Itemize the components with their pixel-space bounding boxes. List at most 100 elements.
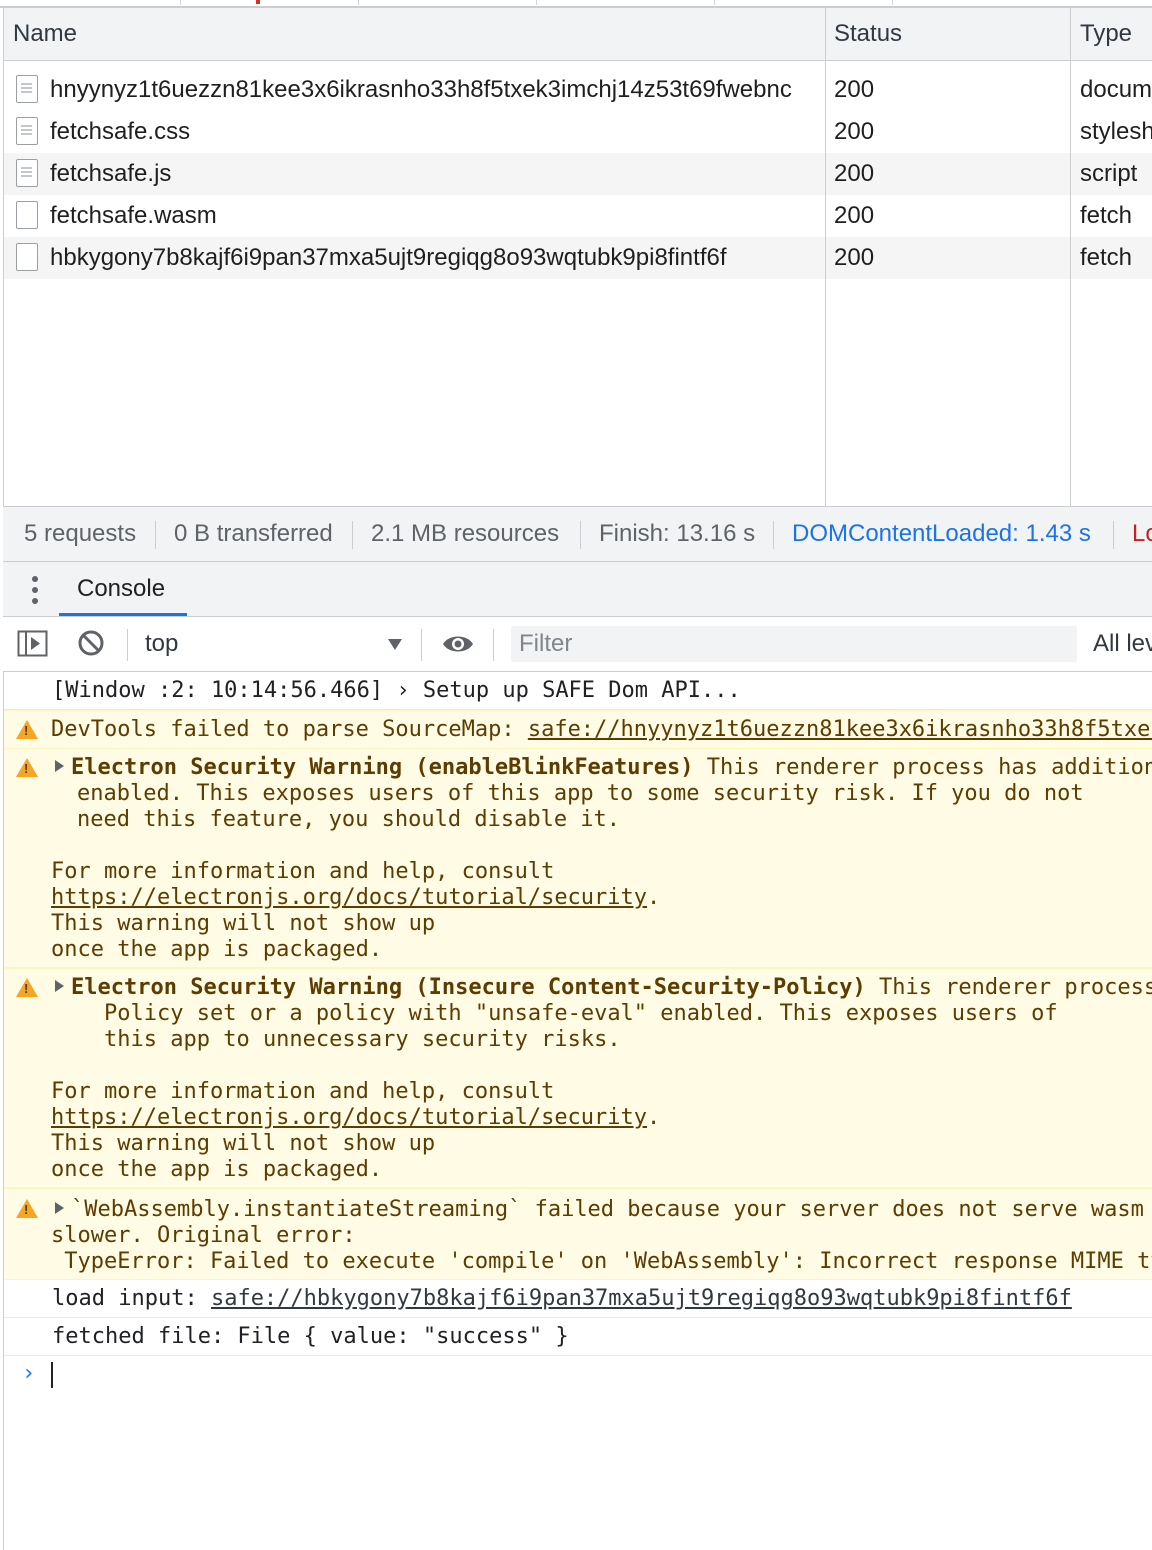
request-status: 200 bbox=[834, 160, 875, 187]
warning-text: once the app is packaged. bbox=[51, 1157, 383, 1182]
summary-load: Lo bbox=[1132, 520, 1152, 547]
console-filter-input[interactable]: Filter bbox=[511, 626, 1077, 662]
request-name[interactable]: fetchsafe.wasm bbox=[50, 195, 820, 237]
tab-divider bbox=[536, 0, 537, 5]
live-expression-eye-icon[interactable] bbox=[441, 632, 475, 656]
console-message-warning: Electron Security Warning (Insecure Cont… bbox=[4, 968, 1152, 1188]
execution-context-select[interactable]: top bbox=[145, 617, 178, 671]
summary-divider bbox=[352, 521, 353, 549]
console-message-warning: Electron Security Warning (enableBlinkFe… bbox=[4, 748, 1152, 968]
warning-text: For more information and help, consult bbox=[51, 859, 555, 884]
request-type: docum bbox=[1080, 76, 1152, 103]
warning-text: `WebAssembly.instantiateStreaming` faile… bbox=[71, 1197, 1144, 1222]
summary-finish: Finish: 13.16 s bbox=[599, 520, 756, 547]
load-input-link[interactable]: safe://hbkygony7b8kajf6i9pan37mxa5ujt9re… bbox=[211, 1286, 1072, 1311]
request-status: 200 bbox=[834, 202, 875, 229]
document-file-icon bbox=[16, 117, 38, 145]
console-input-caret[interactable] bbox=[51, 1362, 53, 1388]
request-type: script bbox=[1080, 160, 1138, 187]
summary-divider bbox=[1113, 521, 1114, 549]
network-request-table: Name Status Type hnyynyz1t6uezzn81kee3x6… bbox=[3, 8, 1152, 506]
request-name[interactable]: hbkygony7b8kajf6i9pan37mxa5ujt9regiqg8o9… bbox=[50, 237, 820, 279]
warning-heading: Electron Security Warning (enableBlinkFe… bbox=[71, 755, 1152, 781]
column-divider[interactable] bbox=[825, 8, 826, 506]
toolbar-divider bbox=[421, 629, 422, 661]
period-text: . bbox=[647, 885, 661, 910]
period-text: . bbox=[647, 1105, 661, 1130]
warning-text: slower. Original error: bbox=[51, 1223, 356, 1248]
request-status: 200 bbox=[834, 118, 875, 145]
column-header-status[interactable]: Status bbox=[834, 8, 902, 60]
table-row[interactable]: fetchsafe.js 200 script bbox=[4, 153, 1152, 195]
warning-heading: Electron Security Warning (Insecure Cont… bbox=[71, 975, 1152, 1001]
tab-console[interactable]: Console bbox=[59, 562, 183, 616]
active-tab-indicator bbox=[59, 613, 187, 616]
blank-file-icon bbox=[16, 243, 38, 271]
top-tab-strip bbox=[0, 0, 1152, 8]
summary-divider bbox=[773, 521, 774, 549]
request-name[interactable]: hnyynyz1t6uezzn81kee3x6ikrasnho33h8f5txe… bbox=[50, 69, 820, 111]
console-message-log: load input: safe://hbkygony7b8kajf6i9pan… bbox=[4, 1280, 1152, 1318]
sourcemap-link[interactable]: safe://hnyynyz1t6uezzn81kee3x6ikrasnho33… bbox=[528, 717, 1152, 742]
table-row[interactable]: hbkygony7b8kajf6i9pan37mxa5ujt9regiqg8o9… bbox=[4, 237, 1152, 279]
tab-divider bbox=[180, 0, 181, 5]
more-options-icon[interactable] bbox=[32, 576, 38, 604]
toolbar-divider bbox=[127, 629, 128, 661]
console-message-warning: DevTools failed to parse SourceMap: safe… bbox=[4, 710, 1152, 749]
console-messages: [Window :2: 10:14:56.466] › Setup up SAF… bbox=[3, 672, 1152, 1550]
table-row[interactable]: hnyynyz1t6uezzn81kee3x6ikrasnho33h8f5txe… bbox=[4, 69, 1152, 111]
request-status: 200 bbox=[834, 76, 875, 103]
column-divider[interactable] bbox=[1070, 8, 1071, 506]
table-row[interactable]: fetchsafe.css 200 stylesh bbox=[4, 111, 1152, 153]
warning-text: DevTools failed to parse SourceMap: bbox=[51, 717, 528, 742]
document-file-icon bbox=[16, 159, 38, 187]
request-name[interactable]: fetchsafe.css bbox=[50, 111, 820, 153]
console-message-log: fetched file: File { value: "success" } bbox=[4, 1318, 1152, 1356]
recording-indicator bbox=[256, 0, 260, 4]
dropdown-arrow-icon[interactable] bbox=[388, 639, 402, 650]
column-header-type[interactable]: Type bbox=[1080, 8, 1132, 60]
log-levels-select[interactable]: All lev bbox=[1093, 617, 1152, 671]
log-text: load input: bbox=[52, 1286, 211, 1311]
summary-domcontentloaded: DOMContentLoaded: 1.43 s bbox=[792, 520, 1091, 547]
warning-icon bbox=[16, 758, 38, 777]
warning-icon bbox=[16, 1199, 38, 1218]
column-header-name[interactable]: Name bbox=[13, 8, 77, 60]
show-sidebar-icon[interactable] bbox=[17, 629, 49, 659]
table-header: Name Status Type bbox=[4, 8, 1152, 61]
warning-link-line: https://electronjs.org/docs/tutorial/sec… bbox=[51, 1105, 660, 1131]
warning-text: This warning will not show up bbox=[51, 911, 436, 936]
request-type: fetch bbox=[1080, 202, 1133, 229]
tab-divider bbox=[358, 0, 359, 5]
warning-icon bbox=[16, 978, 38, 997]
network-summary-bar: 5 requests 0 B transferred 2.1 MB resour… bbox=[3, 506, 1152, 562]
warning-text: once the app is packaged. bbox=[51, 937, 383, 962]
request-type: fetch bbox=[1080, 244, 1133, 271]
tab-divider bbox=[892, 0, 893, 5]
summary-transferred: 0 B transferred bbox=[174, 520, 333, 547]
summary-requests: 5 requests bbox=[24, 520, 137, 547]
warning-text: enabled. This exposes users of this app … bbox=[77, 781, 1084, 806]
warning-link-line: https://electronjs.org/docs/tutorial/sec… bbox=[51, 885, 660, 911]
warning-text: This renderer process has addition bbox=[693, 755, 1152, 780]
electron-security-link[interactable]: https://electronjs.org/docs/tutorial/sec… bbox=[51, 1105, 647, 1130]
warning-text: Policy set or a policy with "unsafe-eval… bbox=[104, 1001, 1058, 1026]
message-text: fetched file: File { value: "success" } bbox=[52, 1324, 569, 1349]
warning-text: need this feature, you should disable it… bbox=[77, 807, 621, 832]
warning-title: Electron Security Warning (enableBlinkFe… bbox=[71, 755, 694, 780]
clear-console-icon[interactable] bbox=[77, 629, 105, 657]
table-row[interactable]: fetchsafe.wasm 200 fetch bbox=[4, 195, 1152, 237]
warning-text: This renderer process bbox=[865, 975, 1152, 1000]
message-text: load input: safe://hbkygony7b8kajf6i9pan… bbox=[52, 1286, 1072, 1312]
warning-icon bbox=[16, 720, 38, 739]
request-name[interactable]: fetchsafe.js bbox=[50, 153, 820, 195]
tab-divider bbox=[714, 0, 715, 5]
expand-triangle-icon[interactable] bbox=[55, 1202, 64, 1214]
expand-triangle-icon[interactable] bbox=[55, 760, 64, 772]
electron-security-link[interactable]: https://electronjs.org/docs/tutorial/sec… bbox=[51, 885, 647, 910]
expand-triangle-icon[interactable] bbox=[55, 980, 64, 992]
summary-divider bbox=[155, 521, 156, 549]
console-toolbar: top Filter All lev bbox=[3, 617, 1152, 672]
summary-resources: 2.1 MB resources bbox=[371, 520, 560, 547]
drawer-tab-bar: Console bbox=[3, 562, 1152, 617]
